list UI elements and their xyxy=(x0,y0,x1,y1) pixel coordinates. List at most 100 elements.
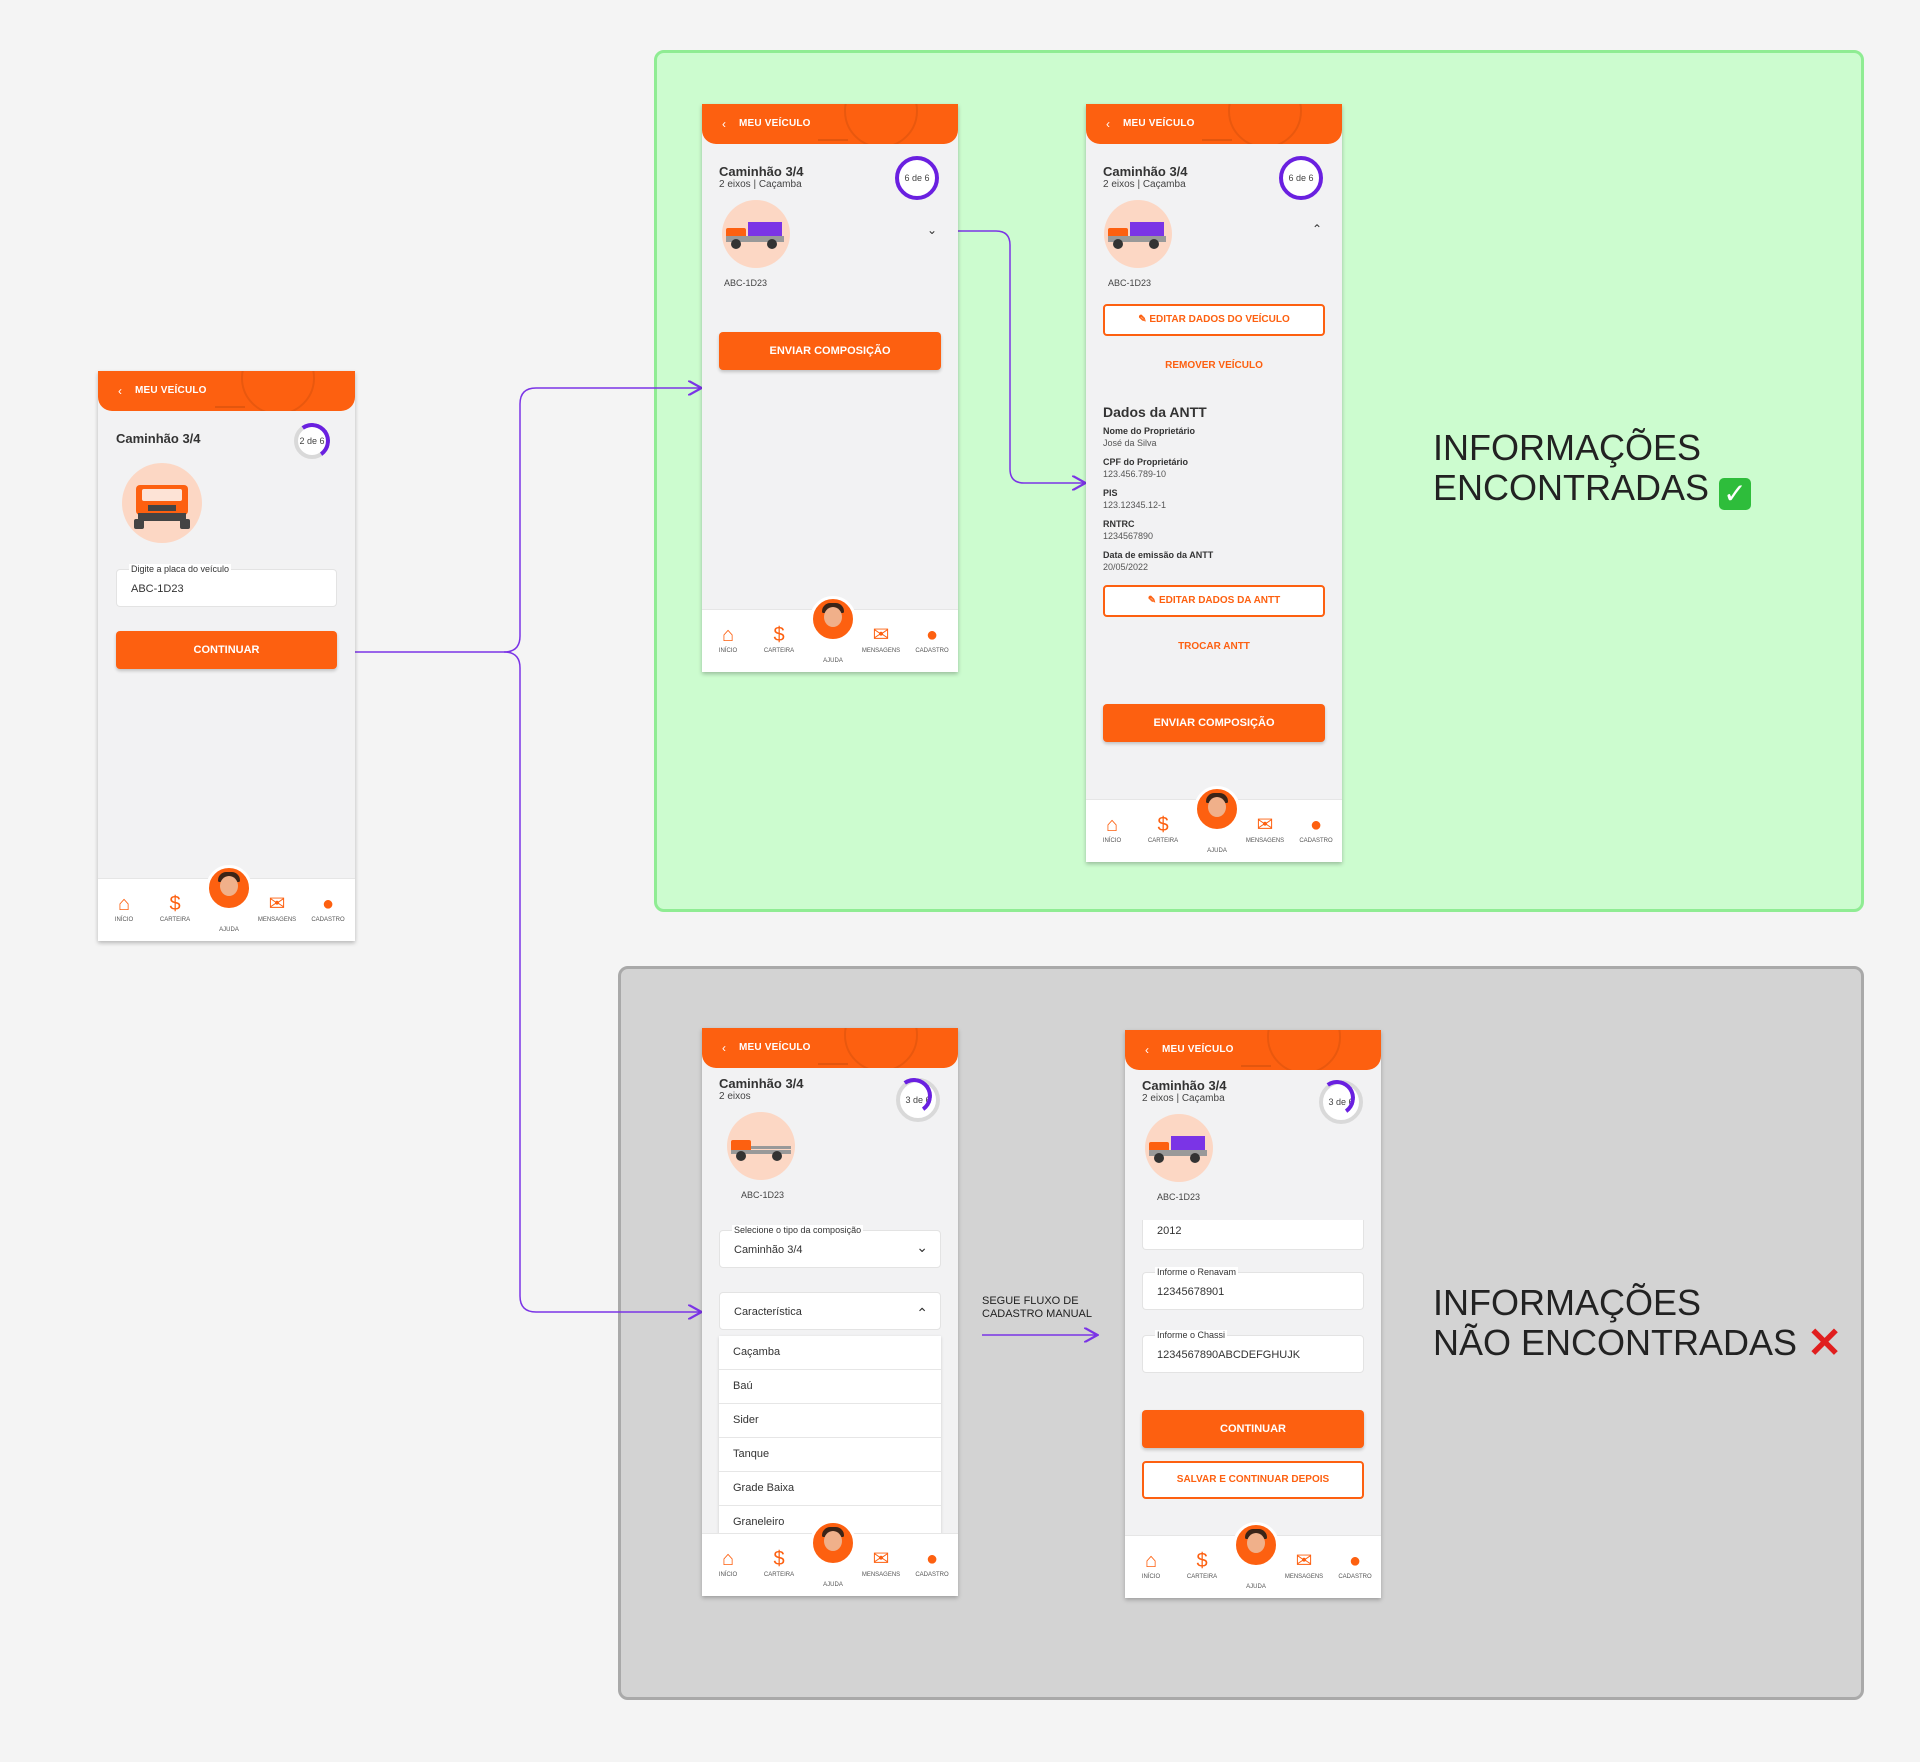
wallet-icon: $ xyxy=(1196,1550,1208,1572)
header: ‹ MEU VEÍCULO xyxy=(1086,104,1342,144)
home-icon: ⌂ xyxy=(1105,814,1119,836)
nav-messages[interactable]: ✉ MENSAGENS xyxy=(856,624,906,654)
nav-profile[interactable]: ● CADASTRO xyxy=(907,1548,957,1578)
nav-home[interactable]: ⌂ INÍCIO xyxy=(1126,1550,1176,1580)
nav-wallet[interactable]: $ CARTEIRA xyxy=(1138,814,1188,844)
screen-vehicle-found-expanded: ‹ MEU VEÍCULO Caminhão 3/4 2 eixos | Caç… xyxy=(1086,104,1342,862)
year-field[interactable]: 2012 xyxy=(1142,1220,1364,1250)
vehicle-subtitle: 2 eixos | Caçamba xyxy=(1142,1093,1225,1104)
envelope-icon: ✉ xyxy=(872,1548,890,1570)
chevron-up-icon[interactable]: ⌃ xyxy=(1312,222,1322,236)
wallet-icon: $ xyxy=(773,1548,785,1570)
header: ‹ MEU VEÍCULO xyxy=(702,1028,958,1068)
nav-messages[interactable]: ✉ MENSAGENS xyxy=(1240,814,1290,844)
nav-profile[interactable]: ● CADASTRO xyxy=(1330,1550,1380,1580)
vehicle-avatar xyxy=(722,200,790,268)
plate-field-value: ABC-1D23 xyxy=(131,583,184,595)
nav-wallet[interactable]: $ CARTEIRA xyxy=(754,1548,804,1578)
nav-home[interactable]: ⌂ INÍCIO xyxy=(1087,814,1137,844)
chevron-left-icon[interactable]: ‹ xyxy=(1106,117,1110,131)
nav-home[interactable]: ⌂ INÍCIO xyxy=(703,1548,753,1578)
nav-messages[interactable]: ✉ MENSAGENS xyxy=(856,1548,906,1578)
nav-help-avatar[interactable] xyxy=(810,596,856,642)
vehicle-subtitle: 2 eixos | Caçamba xyxy=(1103,179,1186,190)
nav-wallet[interactable]: $ CARTEIRA xyxy=(150,893,200,923)
nav-home[interactable]: ⌂ INÍCIO xyxy=(703,624,753,654)
feature-option[interactable]: Sider xyxy=(719,1404,941,1438)
chevron-left-icon[interactable]: ‹ xyxy=(722,1041,726,1055)
nav-profile[interactable]: ● CADASTRO xyxy=(303,893,353,923)
feature-select[interactable]: Característica ⌃ xyxy=(719,1292,941,1330)
swap-antt-link[interactable]: TROCAR ANTT xyxy=(1103,641,1325,652)
truck-front-icon xyxy=(134,485,190,529)
send-composition-button[interactable]: ENVIAR COMPOSIÇÃO xyxy=(719,332,941,370)
pis-label: PIS xyxy=(1103,488,1118,498)
progress-ring: 3 de 6 xyxy=(1319,1080,1363,1124)
plate-label: ABC-1D23 xyxy=(724,278,768,288)
edit-antt-button[interactable]: ✎ EDITAR DADOS DA ANTT xyxy=(1103,585,1325,617)
user-icon: ● xyxy=(1348,1550,1362,1572)
feature-option[interactable]: Tanque xyxy=(719,1438,941,1472)
vehicle-title: Caminhão 3/4 xyxy=(719,1076,804,1091)
chevron-left-icon[interactable]: ‹ xyxy=(722,117,726,131)
home-icon: ⌂ xyxy=(117,893,131,915)
year-field-value: 2012 xyxy=(1157,1225,1182,1237)
composition-select[interactable]: Selecione o tipo da composição Caminhão … xyxy=(719,1225,941,1268)
nav-help-avatar[interactable] xyxy=(1233,1522,1279,1568)
screen-manual-registration: ‹ MEU VEÍCULO Caminhão 3/4 2 eixos | Caç… xyxy=(1125,1030,1381,1598)
feature-option[interactable]: Caçamba xyxy=(719,1336,941,1370)
header: ‹ MEU VEÍCULO xyxy=(98,371,355,411)
vehicle-title: Caminhão 3/4 xyxy=(1103,164,1188,179)
chevron-left-icon[interactable]: ‹ xyxy=(118,384,122,398)
connector-expand xyxy=(940,230,1084,483)
feature-options: Caçamba Baú Sider Tanque Grade Baixa Gra… xyxy=(719,1336,941,1540)
nav-help-label: AJUDA xyxy=(823,1582,843,1588)
plate-field[interactable]: Digite a placa do veículo ABC-1D23 xyxy=(116,564,337,607)
rntrc-label: RNTRC xyxy=(1103,519,1135,529)
remove-vehicle-link[interactable]: REMOVER VEÍCULO xyxy=(1103,360,1325,371)
nav-profile[interactable]: ● CADASTRO xyxy=(907,624,957,654)
antt-title: Dados da ANTT xyxy=(1103,404,1207,420)
header-title: MEU VEÍCULO xyxy=(1123,118,1195,129)
dump-truck-icon xyxy=(726,222,784,249)
progress-ring: 3 de 6 xyxy=(896,1078,940,1122)
nav-messages[interactable]: ✉ MENSAGENS xyxy=(252,893,302,923)
chassi-field[interactable]: Informe o Chassi 1234567890ABCDEFGHUJK xyxy=(1142,1330,1364,1373)
user-icon: ● xyxy=(1309,814,1323,836)
nav-help-avatar[interactable] xyxy=(1194,786,1240,832)
feature-select-label: Característica xyxy=(734,1306,802,1318)
nav-home[interactable]: ⌂ INÍCIO xyxy=(99,893,149,923)
composition-select-value: Caminhão 3/4 xyxy=(734,1244,803,1256)
nav-help-avatar[interactable] xyxy=(206,865,252,911)
nav-wallet[interactable]: $ CARTEIRA xyxy=(1177,1550,1227,1580)
dump-truck-icon xyxy=(1149,1136,1207,1163)
continue-button[interactable]: CONTINUAR xyxy=(116,631,337,669)
user-icon: ● xyxy=(321,893,335,915)
renavam-field[interactable]: Informe o Renavam 12345678901 xyxy=(1142,1267,1364,1310)
save-and-continue-later-button[interactable]: SALVAR E CONTINUAR DEPOIS xyxy=(1142,1461,1364,1499)
plate-label: ABC-1D23 xyxy=(741,1190,785,1200)
feature-option[interactable]: Baú xyxy=(719,1370,941,1404)
nav-wallet[interactable]: $ CARTEIRA xyxy=(754,624,804,654)
send-composition-button[interactable]: ENVIAR COMPOSIÇÃO xyxy=(1103,704,1325,742)
bottom-nav: ⌂ INÍCIO $ CARTEIRA AJUDA ✉ MENSAGENS ● CADA… xyxy=(702,596,958,672)
chevron-down-icon[interactable]: ⌄ xyxy=(927,223,937,237)
nav-messages[interactable]: ✉ MENSAGENS xyxy=(1279,1550,1329,1580)
envelope-icon: ✉ xyxy=(872,624,890,646)
nav-help-avatar[interactable] xyxy=(810,1520,856,1566)
envelope-icon: ✉ xyxy=(1256,814,1274,836)
vehicle-subtitle: 2 eixos | Caçamba xyxy=(719,179,802,190)
vehicle-subtitle: 2 eixos xyxy=(719,1091,751,1102)
feature-option[interactable]: Grade Baixa xyxy=(719,1472,941,1506)
continue-button[interactable]: CONTINUAR xyxy=(1142,1410,1364,1448)
edit-vehicle-button[interactable]: ✎ EDITAR DADOS DO VEÍCULO xyxy=(1103,304,1325,336)
chevron-left-icon[interactable]: ‹ xyxy=(1145,1043,1149,1057)
rntrc-value: 1234567890 xyxy=(1103,531,1154,541)
envelope-icon: ✉ xyxy=(268,893,286,915)
wallet-icon: $ xyxy=(773,624,785,646)
owner-cpf-label: CPF do Proprietário xyxy=(1103,457,1189,467)
pis-value: 123.12345.12-1 xyxy=(1103,500,1167,510)
nav-profile[interactable]: ● CADASTRO xyxy=(1291,814,1341,844)
composition-select-label: Selecione o tipo da composição xyxy=(732,1225,864,1235)
nav-help-label: AJUDA xyxy=(219,927,239,933)
